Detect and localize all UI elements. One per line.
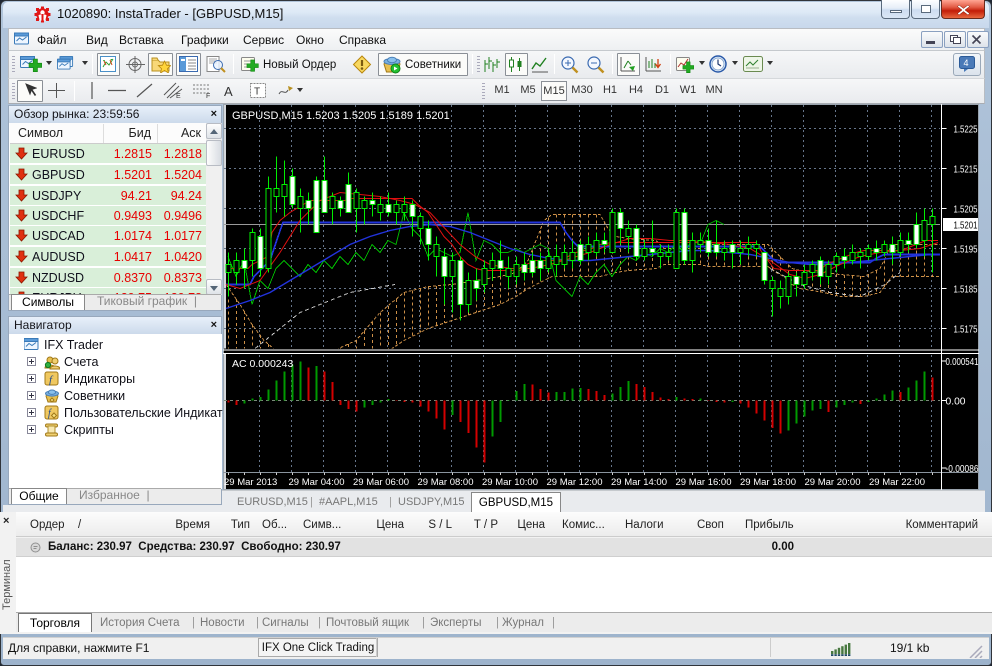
svg-text:29 Mar 12:00: 29 Mar 12:00 xyxy=(547,477,603,488)
svg-text:1.5201: 1.5201 xyxy=(954,220,978,232)
svg-text:29 Mar 14:00: 29 Mar 14:00 xyxy=(611,477,667,488)
svg-text:AC 0.000243: AC 0.000243 xyxy=(232,358,293,370)
svg-text:-0.00086: -0.00086 xyxy=(946,464,979,475)
svg-text:T: T xyxy=(254,87,260,98)
svg-text:4: 4 xyxy=(964,58,969,68)
svg-text:1.5205: 1.5205 xyxy=(954,204,978,216)
svg-text:29 Mar 2013: 29 Mar 2013 xyxy=(224,477,277,488)
svg-text:1.5175: 1.5175 xyxy=(954,324,978,336)
svg-text:0.00: 0.00 xyxy=(946,397,966,408)
svg-text:29 Mar 22:00: 29 Mar 22:00 xyxy=(869,477,925,488)
svg-text:29 Mar 06:00: 29 Mar 06:00 xyxy=(353,477,409,488)
svg-text:GBPUSD,M15 1.5203 1.5205 1.51: GBPUSD,M15 1.5203 1.5205 1.5189 1.5201 xyxy=(232,110,450,122)
svg-text:29 Mar 20:00: 29 Mar 20:00 xyxy=(805,477,861,488)
svg-text:1.5215: 1.5215 xyxy=(954,164,978,176)
svg-text:29 Mar 04:00: 29 Mar 04:00 xyxy=(289,477,345,488)
svg-text:1.5185: 1.5185 xyxy=(954,284,978,296)
svg-text:1.5195: 1.5195 xyxy=(954,244,978,256)
svg-text:29 Mar 08:00: 29 Mar 08:00 xyxy=(418,477,474,488)
svg-text:29 Mar 16:00: 29 Mar 16:00 xyxy=(676,477,732,488)
svg-text:0.000541: 0.000541 xyxy=(946,357,979,368)
svg-text:F: F xyxy=(206,93,210,99)
svg-text:E: E xyxy=(176,93,181,99)
svg-text:1.5225: 1.5225 xyxy=(954,124,978,136)
svg-text:29 Mar 10:00: 29 Mar 10:00 xyxy=(482,477,538,488)
svg-text:29 Mar 18:00: 29 Mar 18:00 xyxy=(740,477,796,488)
